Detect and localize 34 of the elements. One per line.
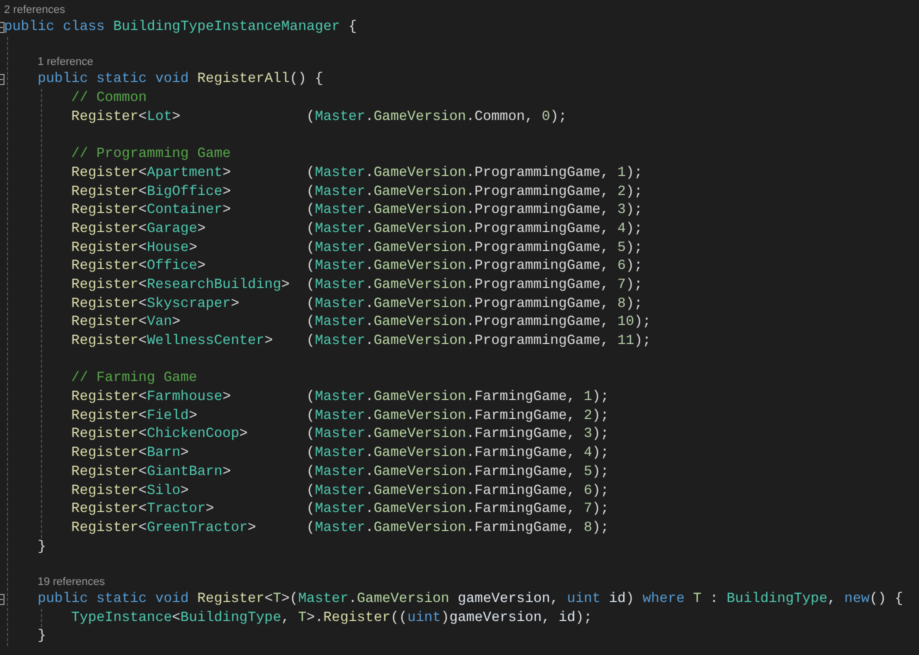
code-line: Register<Van> (Master.GameVersion.ProgrammingGame, 10); (71, 313, 651, 332)
code-line: Register<Garage> (Master.GameVersion.ProgrammingGame, 4); (71, 220, 643, 239)
code-line: // Programming Game (71, 146, 231, 162)
code-line: Register<Farmhouse> (Master.GameVersion.FarmingGame, 1); (71, 388, 609, 407)
code-line: public class BuildingTypeInstanceManager { (4, 19, 357, 35)
code-line: Register<ResearchBuilding> (Master.GameVersion.ProgrammingGame, 7); (71, 276, 643, 295)
code-line: Register<House> (Master.GameVersion.ProgrammingGame, 5); (71, 238, 643, 258)
code-line: Register<Field> (Master.GameVersion.FarmingGame, 2); (71, 406, 609, 426)
collapse-marker-icon[interactable] (0, 22, 5, 33)
references-link[interactable]: 1 reference (38, 56, 94, 68)
code-line: public static void Register<T>(Master.GameVersion gameVersion, uint id) where T : BuildingType, new() { (38, 590, 904, 607)
code-line: Register<Skyscraper> (Master.GameVersion.ProgrammingGame, 8); (71, 294, 643, 314)
code-line: Register<Office> (Master.GameVersion.ProgrammingGame, 6); (71, 257, 643, 276)
references-link[interactable]: 19 references (38, 576, 105, 588)
code-line: } (38, 628, 46, 644)
code-line: Register<Tractor> (Master.GameVersion.FarmingGame, 7); (71, 500, 609, 519)
code-line: // Farming Game (71, 370, 198, 386)
code-line: Register<Lot> (Master.GameVersion.Common, 0); (71, 108, 567, 126)
code-line: Register<GreenTractor> (Master.GameVersion.FarmingGame, 8); (71, 518, 609, 538)
code-line: Register<Apartment> (Master.GameVersion.ProgrammingGame, 1); (71, 164, 643, 182)
collapse-marker-icon[interactable] (0, 74, 5, 86)
references-link[interactable]: 2 references (4, 4, 66, 16)
code-line: public static void RegisterAll() { (38, 71, 324, 88)
code-line: TypeInstance<BuildingType, T>.Register((uint)gameVersion, id); (71, 610, 592, 626)
code-line: Register<ChickenCoop> (Master.GameVersion.FarmingGame, 3); (71, 425, 609, 444)
code-line: Register<Container> (Master.GameVersion.ProgrammingGame, 3); (71, 201, 643, 220)
code-line: Register<Barn> (Master.GameVersion.FarmingGame, 4); (71, 444, 609, 463)
code-line: // Common (71, 90, 147, 106)
code-line: Register<GiantBarn> (Master.GameVersion.FarmingGame, 5); (71, 462, 609, 482)
code-line: } (38, 538, 46, 555)
code-line: Register<BigOffice> (Master.GameVersion.ProgrammingGame, 2); (71, 182, 643, 202)
collapse-marker-icon[interactable] (0, 594, 5, 605)
code-line: Register<WellnessCenter> (Master.GameVersion.ProgrammingGame, 11); (71, 332, 651, 351)
code-line: Register<Silo> (Master.GameVersion.FarmingGame, 6); (71, 482, 609, 500)
